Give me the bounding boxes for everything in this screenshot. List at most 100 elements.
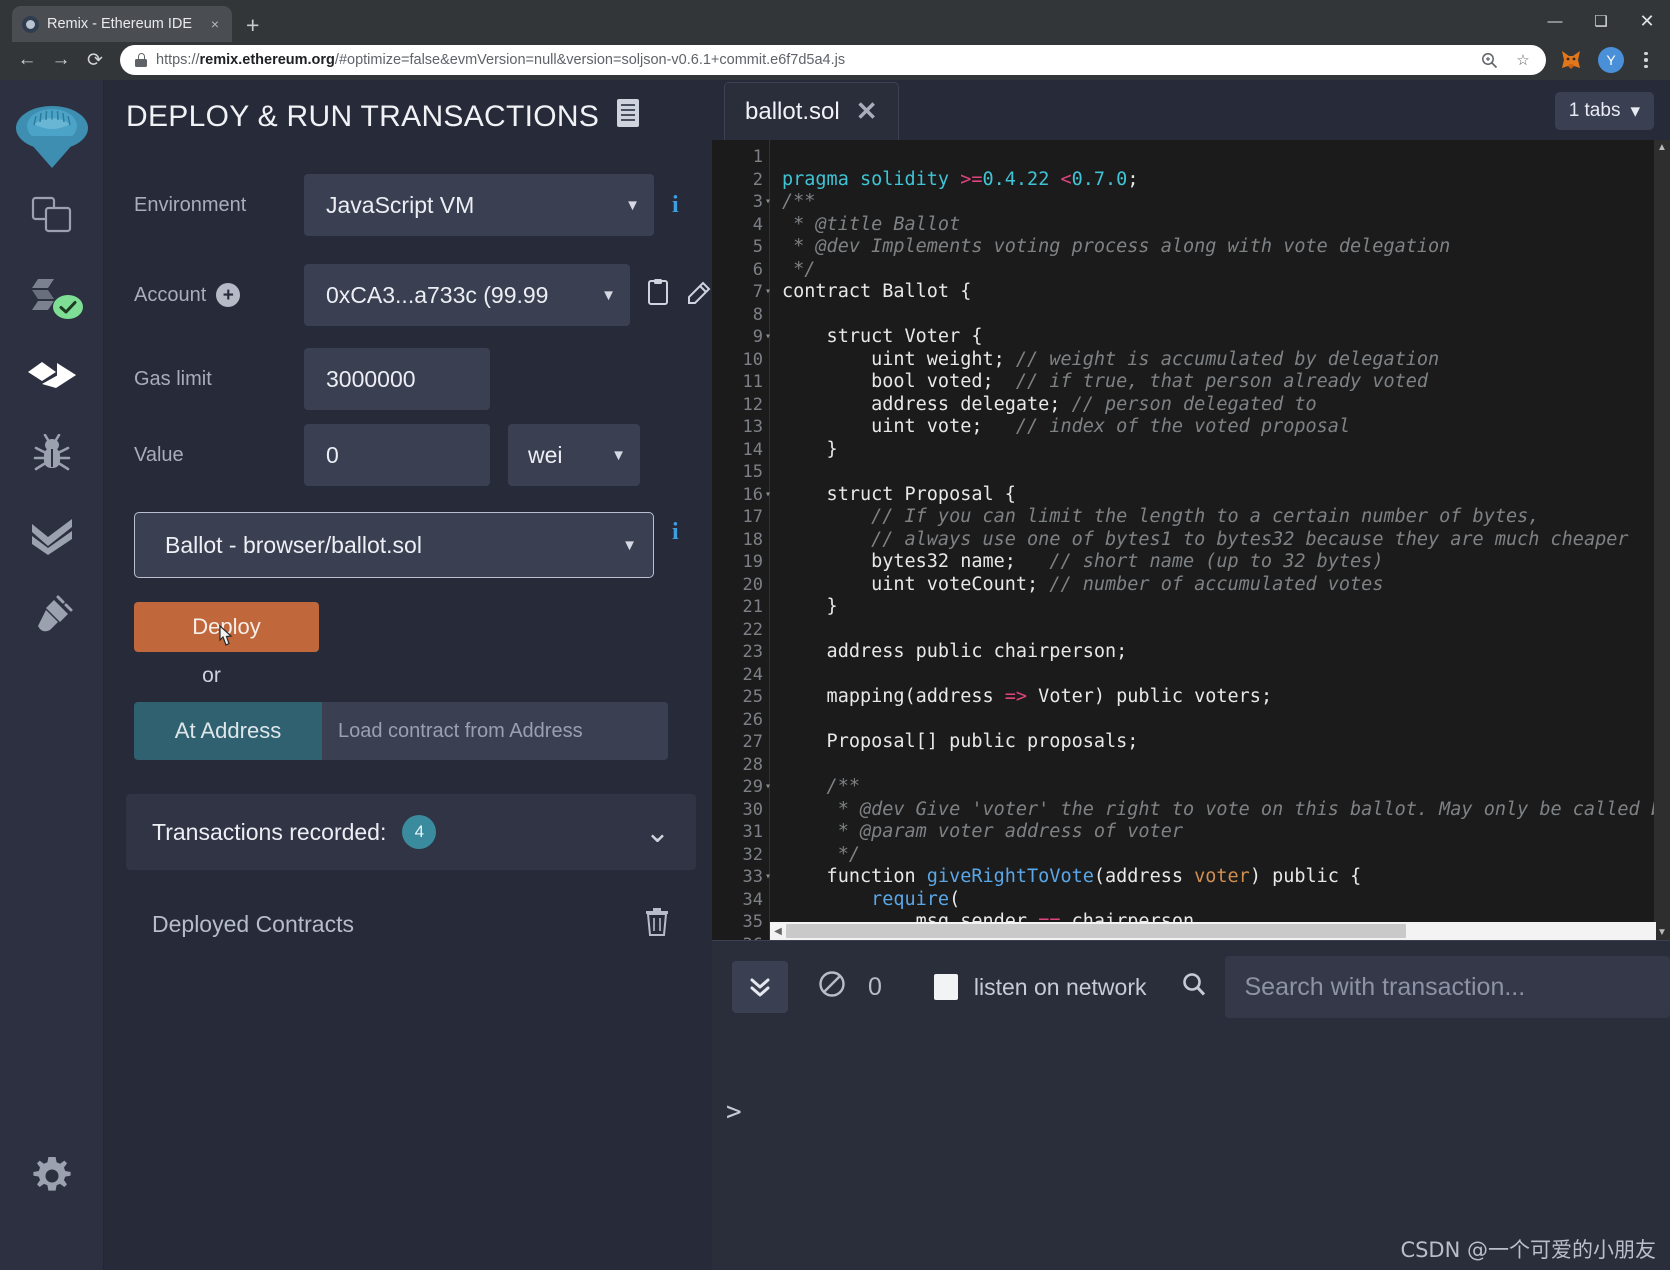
back-button[interactable]: ← (12, 45, 42, 75)
forward-button[interactable]: → (46, 45, 76, 75)
editor-tab-ballot-sol[interactable]: ballot.sol ✕ (724, 82, 899, 140)
account-select[interactable]: 0xCA3...a733c (99.99 ▼ (304, 264, 630, 326)
code-line: Proposal[] public proposals; (782, 731, 1139, 752)
info-icon[interactable]: i (672, 519, 679, 546)
bookmark-star-icon[interactable]: ☆ (1510, 47, 1536, 73)
close-window-button[interactable]: ✕ (1624, 0, 1670, 42)
search-icon[interactable] (1181, 971, 1207, 1004)
hscroll-thumb[interactable] (786, 924, 1406, 938)
minimize-button[interactable]: — (1532, 0, 1578, 42)
editor-horizontal-scrollbar[interactable]: ◀ (770, 922, 1656, 940)
address-bar-url: https://remix.ethereum.org/#optimize=fal… (156, 52, 846, 68)
line-number: 18 (742, 529, 763, 550)
code-line: * @dev Implements voting process along w… (782, 236, 1451, 257)
transactions-recorded-label: Transactions recorded: (152, 818, 387, 845)
reload-button[interactable]: ⟳ (80, 45, 110, 75)
line-number: 5 (752, 237, 763, 257)
deploy-run-panel: DEPLOY & RUN TRANSACTIONS Environment Ja… (104, 80, 712, 1270)
editor-and-terminal: ballot.sol ✕ 1 tabs ▾ 1 2 3 ▾ 4 5 6 7 ▾ 8 9 ▾ 10 11 12… (712, 80, 1670, 1270)
code-line: address delegate; // person delegated to (782, 393, 1317, 415)
maximize-button[interactable]: ❑ (1578, 0, 1624, 42)
document-icon[interactable] (615, 98, 641, 136)
metamask-fox-icon[interactable] (1558, 47, 1584, 73)
search-transaction-input[interactable]: Search with transaction... (1224, 956, 1670, 1018)
code-line: mapping(address => Voter) public voters; (782, 686, 1273, 707)
line-number: 4 (752, 214, 763, 235)
scroll-down-icon[interactable]: ▼ (1657, 927, 1667, 938)
browser-tab-title: Remix - Ethereum IDE (47, 16, 193, 32)
deploy-button[interactable]: Deploy (134, 602, 319, 652)
address-bar[interactable]: https://remix.ethereum.org/#optimize=fal… (120, 45, 1546, 75)
trash-icon[interactable] (644, 907, 670, 942)
line-number: 2 (752, 169, 763, 190)
scroll-left-icon[interactable]: ◀ (770, 926, 786, 937)
value-amount: 0 (326, 441, 339, 468)
chevron-down-icon: ▼ (601, 286, 616, 304)
scroll-up-icon[interactable]: ▲ (1657, 142, 1667, 153)
terminal-toolbar: 0 listen on network Search with transact… (712, 941, 1670, 1033)
ban-icon[interactable] (818, 970, 846, 1005)
mouse-cursor (216, 624, 238, 650)
code-editor[interactable]: 1 2 3 ▾ 4 5 6 7 ▾ 8 9 ▾ 10 11 12 13 14 15 16 ▾ 17 18 19 20 21 22 2… (712, 140, 1670, 940)
pencil-icon[interactable] (686, 278, 712, 313)
sidebar-item-solidity-compiler[interactable] (0, 257, 104, 337)
sidebar-item-debugger[interactable] (0, 417, 104, 497)
deployed-contracts-row: Deployed Contracts (126, 896, 696, 952)
at-address-button[interactable]: At Address (134, 702, 322, 760)
panel-title-text: DEPLOY & RUN TRANSACTIONS (126, 100, 600, 133)
account-label-text: Account (134, 283, 207, 306)
sidebar-item-plugin-manager[interactable] (0, 577, 104, 657)
sidebar-item-deploy-and-run-transactions[interactable] (0, 337, 104, 417)
value-unit-select[interactable]: wei ▼ (508, 424, 640, 486)
line-number: 25 (742, 687, 763, 707)
profile-avatar[interactable]: Y (1598, 47, 1624, 73)
line-number: 9 ▾ (752, 327, 771, 347)
clipboard-icon[interactable] (646, 278, 670, 313)
value-input[interactable]: 0 (304, 424, 490, 486)
deploy-run-icon (26, 355, 78, 400)
tabs-count-dropdown[interactable]: 1 tabs ▾ (1554, 92, 1654, 130)
environment-value: JavaScript VM (326, 191, 475, 218)
environment-select[interactable]: JavaScript VM ▼ (304, 174, 654, 236)
close-icon[interactable]: ✕ (856, 96, 878, 127)
line-number: 20 (742, 574, 763, 595)
transactions-recorded-box[interactable]: Transactions recorded: 4 ⌄ (126, 794, 696, 870)
chevron-down-icon[interactable]: ⌄ (645, 817, 670, 847)
editor-vertical-scrollbar[interactable]: ▲ ▼ (1654, 140, 1670, 940)
contract-select[interactable]: Ballot - browser/ballot.sol ▼ (134, 512, 654, 578)
browser-window: Remix - Ethereum IDE × + — ❑ ✕ ← → ⟳ htt… (0, 0, 1670, 1270)
terminal-output[interactable]: > CSDN @一个可爱的小朋友 (712, 1033, 1670, 1270)
sidebar-item-solidity-static-analysis[interactable] (0, 497, 104, 577)
zoom-in-icon[interactable] (1476, 47, 1502, 73)
remix-app: DEPLOY & RUN TRANSACTIONS Environment Ja… (0, 80, 1670, 1270)
remix-logo-icon[interactable] (14, 102, 90, 177)
line-number: 30 (742, 799, 763, 820)
sidebar-item-settings[interactable] (0, 1148, 104, 1208)
plus-circle-icon[interactable]: + (216, 283, 241, 307)
line-number: 22 (742, 619, 763, 640)
new-tab-button[interactable]: + (246, 14, 259, 37)
line-number: 23 (742, 642, 763, 662)
value-unit: wei (528, 441, 563, 468)
close-tab-icon[interactable]: × (208, 16, 222, 32)
at-address-input[interactable]: Load contract from Address (322, 702, 668, 760)
terminal-toggle-button[interactable] (732, 961, 788, 1013)
code-line: bool voted; // if true, that person alre… (782, 371, 1429, 392)
code-line: require( (871, 888, 961, 910)
plug-icon (30, 594, 74, 641)
gear-icon (31, 1155, 73, 1202)
info-icon[interactable]: i (672, 192, 679, 219)
listen-on-network-checkbox[interactable] (933, 974, 958, 1000)
code-line: pragma solidity >=0.4.22 <0.7.0; (782, 168, 1139, 190)
gas-limit-input[interactable]: 3000000 (304, 348, 490, 410)
chrome-menu-icon[interactable] (1634, 51, 1658, 69)
line-number: 7 ▾ (752, 282, 771, 302)
browser-tab[interactable]: Remix - Ethereum IDE × (12, 6, 232, 42)
code-content[interactable]: pragma solidity >=0.4.22 <0.7.0;/** * @t… (770, 140, 1670, 940)
sidebar-item-file-explorers[interactable] (0, 177, 104, 257)
transactions-count-badge: 4 (402, 815, 437, 849)
chevron-down-icon: ▾ (1630, 100, 1640, 122)
line-number: 31 (742, 822, 763, 842)
